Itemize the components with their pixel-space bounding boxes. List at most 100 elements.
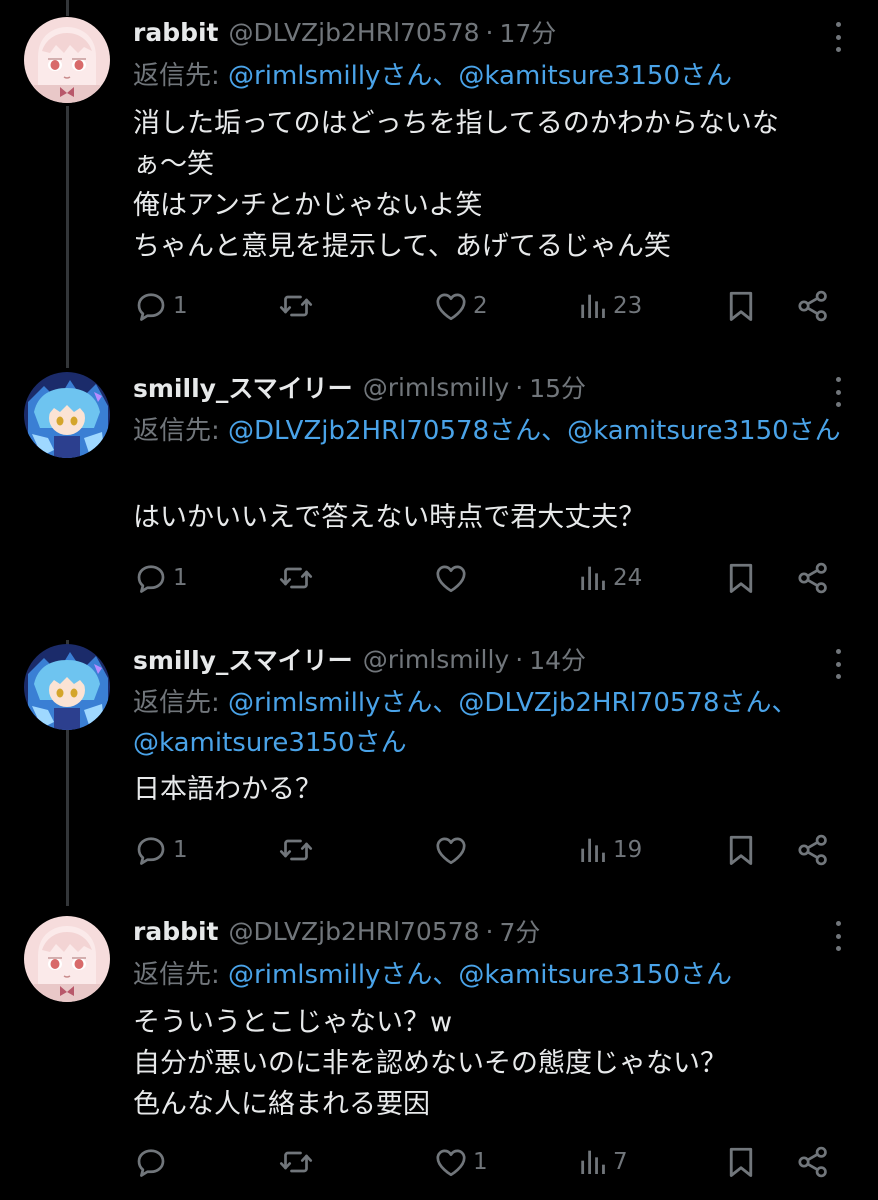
action-bar: 1 2 23 (133, 286, 833, 326)
reply-button[interactable]: 1 (133, 286, 188, 326)
timestamp[interactable]: 17分 (500, 14, 557, 50)
more-options-icon[interactable] (834, 649, 842, 679)
tweet-header: smilly_スマイリー @rimlsmilly · 14分 (133, 641, 586, 677)
reply-prefix: 返信先: (133, 960, 229, 990)
views-button[interactable]: 19 (577, 830, 642, 870)
view-count: 24 (613, 565, 643, 591)
heart-icon (433, 288, 469, 324)
user-handle[interactable]: @DLVZjb2HRl70578 (229, 917, 480, 946)
like-button[interactable] (433, 558, 473, 598)
reply-context: 返信先: @rimlsmillyさん、@kamitsure3150さん (133, 955, 853, 995)
bookmark-icon (723, 1144, 759, 1180)
like-button[interactable]: 1 (433, 1142, 488, 1182)
tweet-text: 消した垢ってのはどっちを指してるのかわからないな ぁ〜笑 俺はアンチとかじゃない… (133, 103, 853, 267)
avatar[interactable] (24, 372, 110, 458)
user-handle[interactable]: @rimlsmilly (363, 645, 510, 674)
timestamp[interactable]: 14分 (529, 641, 586, 677)
bookmark-icon (723, 288, 759, 324)
tweet-header: rabbit @DLVZjb2HRl70578 · 7分 (133, 913, 540, 949)
separator-dot: · (515, 644, 524, 674)
reply-context: 返信先: @DLVZjb2HRl70578さん、@kamitsure3150さん (133, 411, 853, 451)
bookmark-button[interactable] (723, 1142, 759, 1182)
retweet-icon (278, 832, 314, 868)
tweet-text-line: はいかいいえで答えない時点で君大丈夫？ (133, 502, 646, 533)
more-options-icon[interactable] (834, 377, 842, 407)
tweet-text-line: 色んな人に絡まれる要因 (133, 1089, 430, 1120)
avatar[interactable] (24, 17, 110, 103)
like-count: 2 (473, 293, 488, 319)
tweet-text: 日本語わかる？ (133, 769, 853, 810)
share-icon (795, 832, 831, 868)
display-name[interactable]: rabbit (133, 18, 219, 47)
share-icon (795, 288, 831, 324)
reply-button[interactable] (133, 1142, 173, 1182)
avatar-image (24, 644, 110, 730)
retweet-button[interactable] (278, 830, 318, 870)
tweet-text-line: 消した垢ってのはどっちを指してるのかわからないな (133, 108, 779, 139)
retweet-button[interactable] (278, 558, 318, 598)
timestamp[interactable]: 7分 (500, 913, 541, 949)
avatar-image (24, 372, 110, 458)
bookmark-button[interactable] (723, 830, 759, 870)
display-name[interactable]: smilly_スマイリー (133, 369, 353, 405)
reply-context: 返信先: @rimlsmillyさん、@kamitsure3150さん (133, 56, 853, 96)
share-icon (795, 1144, 831, 1180)
retweet-icon (278, 288, 314, 324)
share-button[interactable] (795, 558, 831, 598)
retweet-button[interactable] (278, 1142, 318, 1182)
bookmark-icon (723, 560, 759, 596)
tweet[interactable]: rabbit @DLVZjb2HRl70578 · 7分 返信先: @rimls… (0, 899, 878, 1200)
reply-icon (133, 288, 169, 324)
avatar-image (24, 17, 110, 103)
action-bar: 1 24 (133, 558, 833, 598)
retweet-button[interactable] (278, 286, 318, 326)
reply-prefix: 返信先: (133, 688, 229, 718)
share-button[interactable] (795, 830, 831, 870)
more-options-icon[interactable] (834, 22, 842, 52)
tweet-text: はいかいいえで答えない時点で君大丈夫？ (133, 497, 853, 538)
views-chart-icon (577, 834, 609, 866)
heart-icon (433, 1144, 469, 1180)
user-handle[interactable]: @DLVZjb2HRl70578 (229, 18, 480, 47)
heart-icon (433, 832, 469, 868)
reply-mentions[interactable]: @DLVZjb2HRl70578さん、@kamitsure3150さん (228, 416, 841, 446)
reply-mentions[interactable]: @rimlsmillyさん、@kamitsure3150さん (228, 960, 732, 990)
separator-dot: · (485, 916, 494, 946)
avatar[interactable] (24, 916, 110, 1002)
reply-button[interactable]: 1 (133, 558, 188, 598)
display-name[interactable]: rabbit (133, 917, 219, 946)
tweet-header: smilly_スマイリー @rimlsmilly · 15分 (133, 369, 586, 405)
tweet-text-line: 日本語わかる？ (133, 774, 322, 805)
reply-count: 1 (173, 565, 188, 591)
share-button[interactable] (795, 286, 831, 326)
reply-icon (133, 1144, 169, 1180)
more-options-icon[interactable] (834, 921, 842, 951)
share-button[interactable] (795, 1142, 831, 1182)
tweet[interactable]: smilly_スマイリー @rimlsmilly · 14分 返信先: @rim… (0, 627, 878, 899)
separator-dot: · (485, 17, 494, 47)
bookmark-button[interactable] (723, 286, 759, 326)
views-button[interactable]: 23 (577, 286, 642, 326)
views-button[interactable]: 24 (577, 558, 642, 598)
reply-button[interactable]: 1 (133, 830, 188, 870)
share-icon (795, 560, 831, 596)
bookmark-button[interactable] (723, 558, 759, 598)
like-button[interactable] (433, 830, 473, 870)
reply-prefix: 返信先: (133, 61, 229, 91)
separator-dot: · (515, 372, 524, 402)
user-handle[interactable]: @rimlsmilly (363, 373, 510, 402)
avatar[interactable] (24, 644, 110, 730)
tweet[interactable]: smilly_スマイリー @rimlsmilly · 15分 返信先: @DLV… (0, 355, 878, 627)
timestamp[interactable]: 15分 (529, 369, 586, 405)
views-button[interactable]: 7 (577, 1142, 628, 1182)
display-name[interactable]: smilly_スマイリー (133, 641, 353, 677)
tweet[interactable]: rabbit @DLVZjb2HRl70578 · 17分 返信先: @riml… (0, 0, 878, 355)
view-count: 7 (613, 1149, 628, 1175)
reply-context: 返信先: @rimlsmillyさん、@DLVZjb2HRl70578さん、@k… (133, 683, 853, 763)
tweet-text-line: ちゃんと意見を提示して、あげてるじゃん笑 (133, 231, 671, 262)
tweet-text-line: ぁ〜笑 (133, 149, 214, 180)
reply-mentions[interactable]: @rimlsmillyさん、@DLVZjb2HRl70578さん、@kamits… (133, 688, 798, 758)
reply-mentions[interactable]: @rimlsmillyさん、@kamitsure3150さん (228, 61, 732, 91)
like-button[interactable]: 2 (433, 286, 488, 326)
reply-count: 1 (173, 837, 188, 863)
